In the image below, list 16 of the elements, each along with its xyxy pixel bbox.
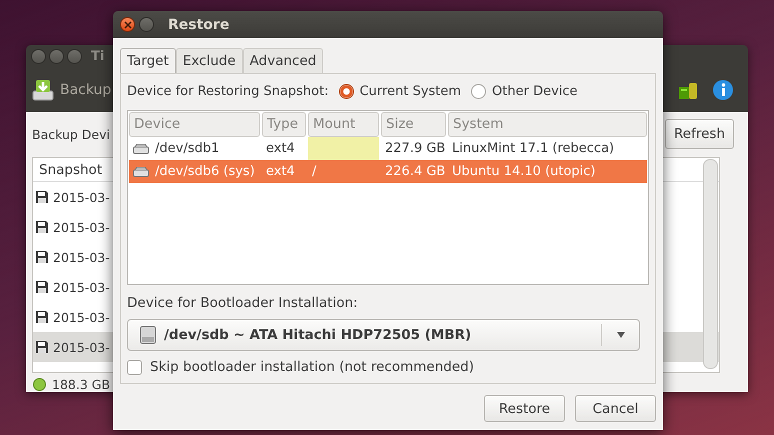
table-cell: /dev/sdb6 (sys)	[155, 164, 255, 179]
column-header: Snapshot	[39, 162, 102, 178]
table-cell-text: Ubuntu 14.10 (utopic)	[451, 163, 597, 181]
table-cell-text: /	[311, 163, 318, 181]
backup-device-label: Backup Devi	[32, 126, 110, 142]
table-cell: /dev/sdb1	[155, 141, 220, 156]
free-space-text: 188.3 GB	[52, 377, 110, 392]
window-title: Restore	[168, 16, 230, 32]
table-cell-text: 226.4 GB	[384, 163, 446, 181]
table-cell-text: ext4	[265, 140, 296, 158]
window-title: Ti	[91, 48, 104, 64]
restore-device-label: Device for Restoring Snapshot:	[127, 84, 329, 98]
table-cell-text: 227.9 GB	[384, 140, 446, 158]
table-cell-text: LinuxMint 17.1 (rebecca)	[451, 140, 616, 158]
table-cell-text: ext4	[265, 163, 296, 181]
bootloader-label: Device for Bootloader Installation:	[127, 295, 359, 311]
